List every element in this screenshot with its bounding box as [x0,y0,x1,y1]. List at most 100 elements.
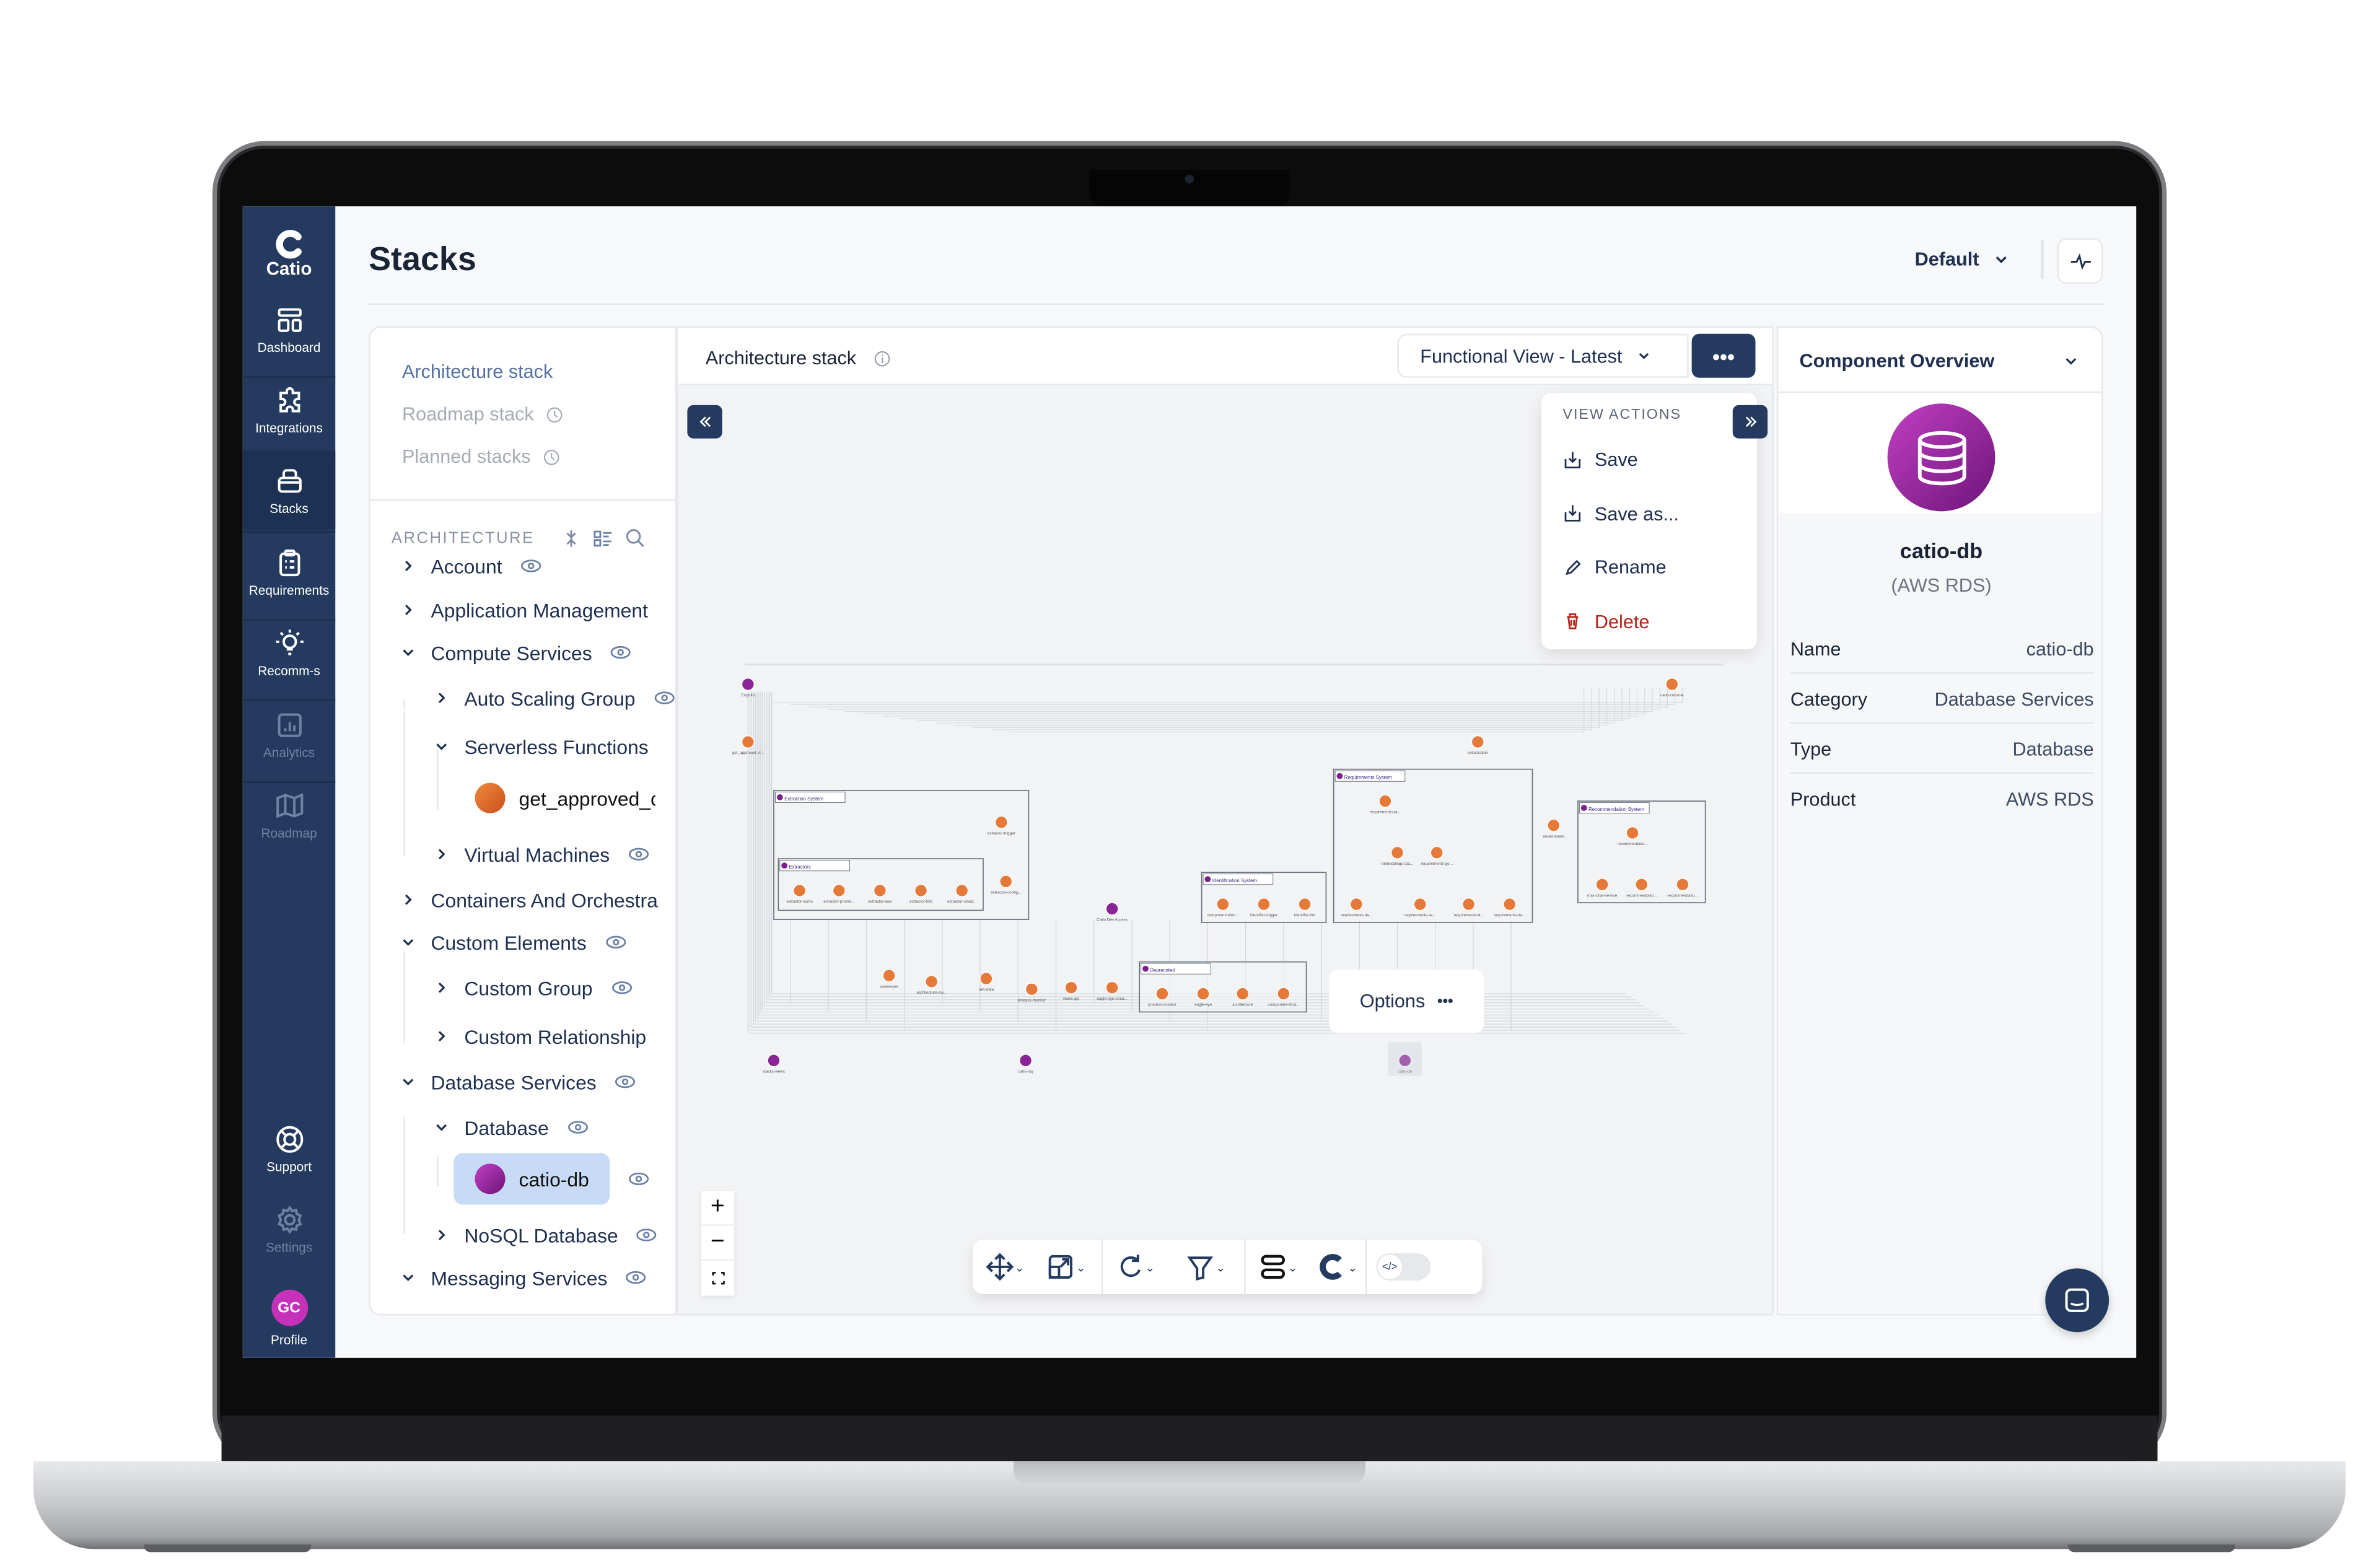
tree-item[interactable]: Custom Elements [401,927,626,957]
fit-view-button[interactable] [701,1261,734,1295]
group-button[interactable]: ⌄ [1246,1240,1310,1294]
diagram-node[interactable] [1462,898,1476,911]
diagram-node[interactable] [874,884,887,897]
diagram-node-label[interactable]: extractor-trigger [988,831,1016,836]
diagram-node[interactable] [1105,981,1119,994]
chevron-down-icon[interactable] [434,1119,449,1134]
diagram-node[interactable] [832,884,846,897]
diagram-node[interactable] [925,975,939,988]
diagram-node-label[interactable]: extractor-k8s [909,900,932,904]
diagram-node[interactable] [1277,987,1290,1001]
tree-item[interactable]: Compute Services [401,637,632,668]
list-view-icon[interactable] [594,530,613,548]
chevron-right-icon[interactable] [434,1227,449,1242]
group-icon[interactable] [776,794,783,800]
diagram-node[interactable] [1626,826,1639,839]
diagram-node[interactable] [1413,898,1427,911]
sidebar-item-settings[interactable]: Settings [243,1205,335,1255]
diagram-node[interactable] [793,884,807,897]
diagram-node-label[interactable]: eagle-eye-strea... [1097,997,1128,1001]
selected-node-highlight[interactable] [1388,1042,1422,1076]
diagram-group-label[interactable]: Extractors [789,864,810,870]
sidebar-item-roadmap[interactable]: Roadmap [243,791,335,841]
collapse-all-icon[interactable] [564,530,578,548]
diagram-group[interactable] [1333,768,1533,923]
eye-icon[interactable] [610,645,631,660]
diagram-node[interactable] [1257,898,1271,911]
diagram-node[interactable] [914,884,927,897]
eye-icon[interactable] [636,1227,657,1242]
diagram-node-label[interactable]: recommendatio... [1667,893,1698,898]
diagram-node-label[interactable]: architecture-inv... [917,991,947,995]
diagram-node-label[interactable]: stacks-views [763,1069,785,1074]
diagram-group-label[interactable]: Identification System [1212,878,1257,883]
diagram-node[interactable] [1378,794,1392,808]
chevron-down-icon[interactable] [401,645,416,660]
diagram-node-label[interactable]: catio-mq [1018,1069,1033,1074]
diagram-node-label[interactable]: extractor-aws [868,900,892,904]
diagram-node-label[interactable]: requirements-ge... [1421,862,1453,866]
group-icon[interactable] [1336,773,1343,779]
diagram-node-label[interactable]: requirements-pr... [1370,810,1401,815]
diagram-node[interactable] [1025,983,1038,996]
menu-item-rename[interactable]: Rename [1562,557,1667,578]
chevron-right-icon[interactable] [434,980,449,995]
stack-link-architecture-stack[interactable]: Architecture stack [402,361,553,382]
tree-item[interactable]: Custom Group [434,973,632,1003]
diagram-node-label[interactable]: extractor-sumo [786,900,813,904]
sidebar-item-recomm-s[interactable]: Recomm-s [243,628,335,678]
search-icon[interactable] [625,528,645,548]
diagram-node-label[interactable]: identifier-trigger [1250,913,1278,918]
stack-link-planned-stacks[interactable]: Planned stacks [402,446,559,467]
diagram-node-label[interactable]: requirements-se... [1404,913,1436,918]
diagram-node[interactable] [1236,987,1250,1001]
diagram-node-label[interactable]: embeddings-dat... [1382,862,1413,866]
diagram-node[interactable] [999,875,1013,888]
diagram-node[interactable] [1196,987,1210,1001]
diagram-node-label[interactable]: max-chat-service [1587,893,1618,898]
tree-item[interactable]: Virtual Machines [434,839,649,869]
eye-icon[interactable] [567,1119,588,1134]
diagram-node-label[interactable]: get_approved_d... [732,751,765,755]
chevron-down-icon[interactable] [401,935,416,950]
sidebar-item-requirements[interactable]: Requirements [243,548,335,598]
diagram-node[interactable] [1547,818,1561,832]
chat-button[interactable] [2045,1268,2110,1333]
group-icon[interactable] [1142,965,1149,972]
diagram-node[interactable] [1471,735,1484,748]
tree-item[interactable]: Messaging Services [401,1263,647,1293]
diagram-node-label[interactable]: raw-data [978,988,994,992]
diagram-node-label[interactable]: extractor-prome... [823,900,854,904]
group-icon[interactable] [781,862,788,869]
diagram-node[interactable] [1391,846,1404,859]
tree-item[interactable]: get_approved_c [453,782,655,813]
chevron-right-icon[interactable] [434,847,449,862]
eye-icon[interactable] [615,1074,636,1089]
view-selector-dropdown[interactable]: Default [1915,249,2010,270]
chevron-down-icon[interactable] [401,1270,416,1285]
eye-icon[interactable] [654,690,675,705]
chevron-down-icon[interactable] [434,739,449,754]
chevron-down-icon[interactable] [2064,354,2079,369]
diagram-node[interactable] [1676,878,1689,891]
eye-icon[interactable] [520,558,541,573]
sidebar-item-support[interactable]: Support [243,1124,335,1175]
tree-item[interactable]: catio-db [453,1153,650,1205]
chevron-right-icon[interactable] [401,558,416,573]
pan-tool-button[interactable]: ⌄ [979,1240,1030,1294]
diagram-node-label[interactable]: identifier-llm [1294,913,1315,918]
diagram-node-label[interactable]: requirements-da... [1494,913,1526,918]
diagram-group-label[interactable]: Recommendation System [1588,807,1644,812]
diagram-node-label[interactable]: component-iden... [1207,913,1238,918]
diagram-node[interactable] [741,735,755,748]
refresh-button[interactable]: ⌄ [1103,1240,1167,1294]
collapse-right-panel-button[interactable] [1732,405,1768,439]
diagram-node-label[interactable]: Catio Dev Access [1097,918,1128,922]
menu-item-delete[interactable]: Delete [1562,611,1649,632]
tree-item[interactable]: NoSQL Database [434,1220,657,1250]
diagram-node-label[interactable]: zookeeper [880,984,899,989]
tree-item[interactable]: Serverless Functions [434,731,649,761]
diagram-node-label[interactable]: architecture [1232,1003,1253,1007]
tree-item[interactable]: Database Services [401,1067,636,1097]
diagram-node[interactable] [1349,898,1363,911]
